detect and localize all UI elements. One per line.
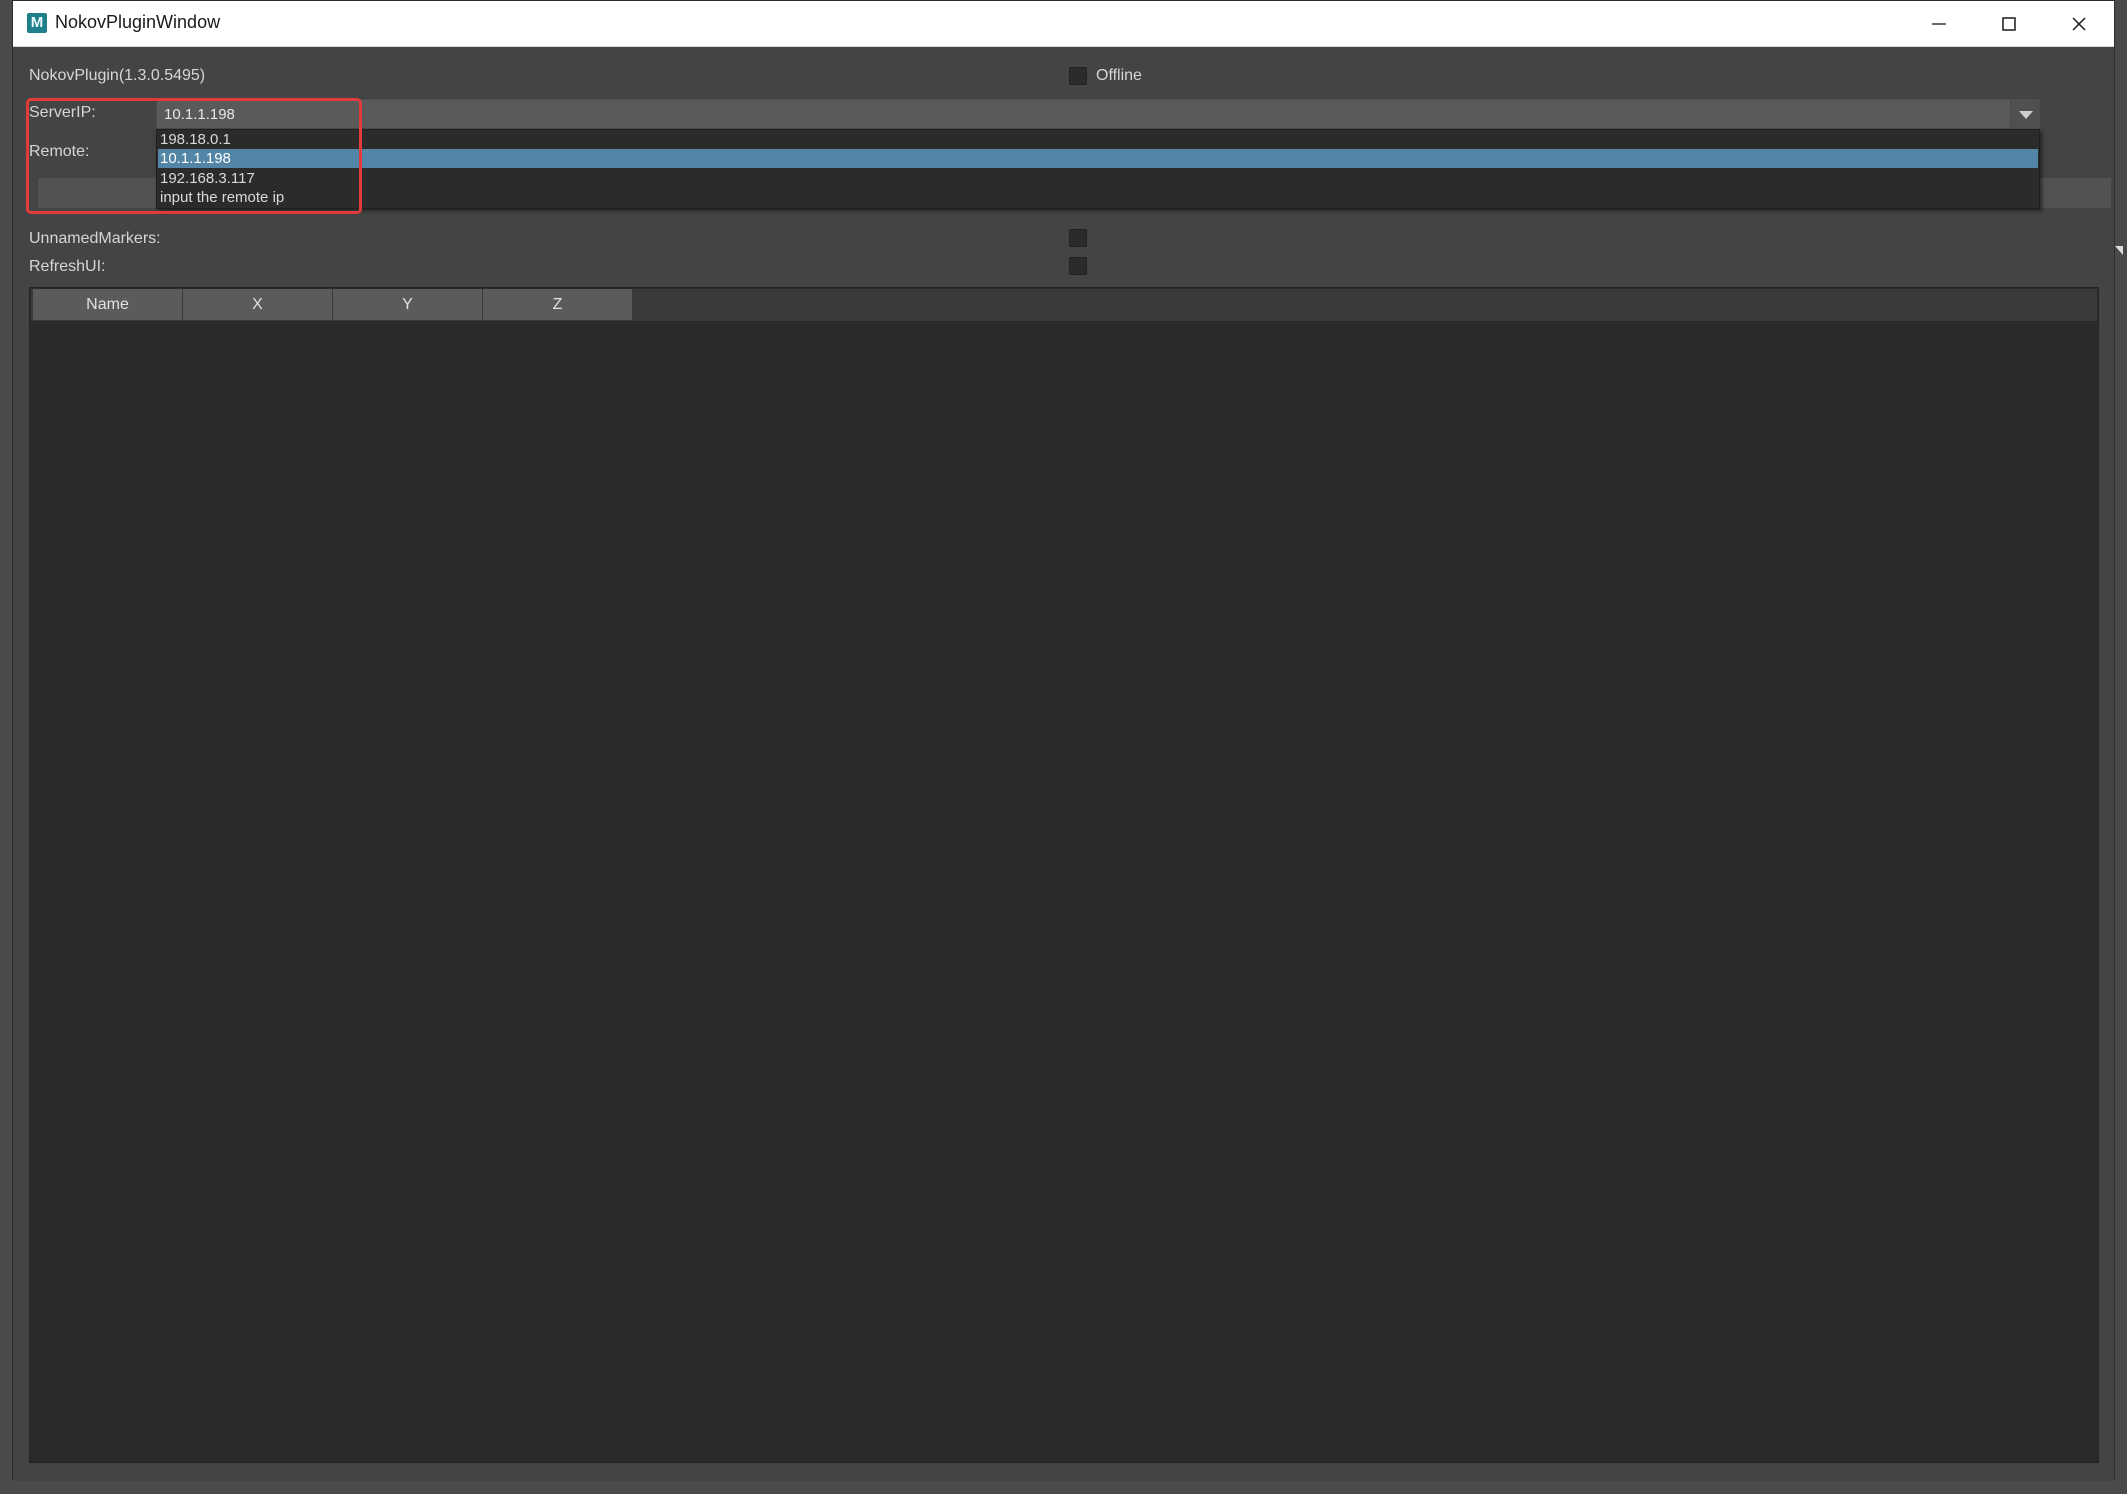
plugin-window: M NokovPluginWindow NokovPlugin(1.3.0.54… bbox=[12, 0, 2115, 1481]
combobox-dropdown-button[interactable] bbox=[2010, 100, 2039, 128]
unnamed-markers-checkbox[interactable] bbox=[1069, 229, 1087, 247]
minimize-icon bbox=[1932, 23, 1946, 25]
maximize-icon bbox=[2002, 17, 2016, 31]
dropdown-option-selected[interactable]: 10.1.1.198 bbox=[158, 149, 2038, 168]
column-header-name[interactable]: Name bbox=[33, 289, 183, 320]
maximize-button[interactable] bbox=[1974, 1, 2044, 47]
title-bar[interactable]: M NokovPluginWindow bbox=[13, 1, 2114, 47]
panel-splitter-arrow-icon[interactable] bbox=[2115, 246, 2123, 255]
dropdown-option[interactable]: 192.168.3.117 bbox=[158, 169, 2038, 188]
offline-label: Offline bbox=[1096, 67, 1142, 84]
plugin-content: NokovPlugin(1.3.0.5495) Offline ServerIP… bbox=[13, 47, 2114, 1481]
annotation-highlight-box bbox=[26, 98, 362, 214]
server-ip-dropdown-list[interactable]: 198.18.0.1 10.1.1.198 192.168.3.117 inpu… bbox=[156, 129, 2040, 209]
column-header-y[interactable]: Y bbox=[333, 289, 483, 320]
column-header-z[interactable]: Z bbox=[483, 289, 633, 320]
close-button[interactable] bbox=[2044, 1, 2114, 47]
offline-checkbox[interactable] bbox=[1069, 67, 1087, 85]
table-header: Name X Y Z bbox=[31, 289, 2097, 321]
unnamed-markers-label: UnnamedMarkers: bbox=[29, 230, 161, 247]
maya-app-icon: M bbox=[27, 13, 47, 33]
markers-table[interactable]: Name X Y Z bbox=[29, 287, 2099, 1463]
window-title: NokovPluginWindow bbox=[55, 12, 221, 32]
desktop-backdrop-left bbox=[0, 0, 12, 1494]
refresh-ui-checkbox[interactable] bbox=[1069, 257, 1087, 275]
column-header-x[interactable]: X bbox=[183, 289, 333, 320]
minimize-button[interactable] bbox=[1904, 1, 1974, 47]
refresh-ui-label: RefreshUI: bbox=[29, 258, 106, 275]
dropdown-option[interactable]: 198.18.0.1 bbox=[158, 130, 2038, 149]
dropdown-option[interactable]: input the remote ip bbox=[158, 188, 2038, 207]
desktop-backdrop-right bbox=[2115, 0, 2127, 1494]
plugin-version-label: NokovPlugin(1.3.0.5495) bbox=[29, 67, 206, 84]
server-ip-combobox[interactable]: 10.1.1.198 bbox=[156, 99, 2040, 129]
desktop-backdrop-bottom bbox=[0, 1480, 2127, 1494]
close-icon bbox=[2072, 17, 2086, 31]
chevron-down-icon bbox=[2019, 111, 2033, 119]
